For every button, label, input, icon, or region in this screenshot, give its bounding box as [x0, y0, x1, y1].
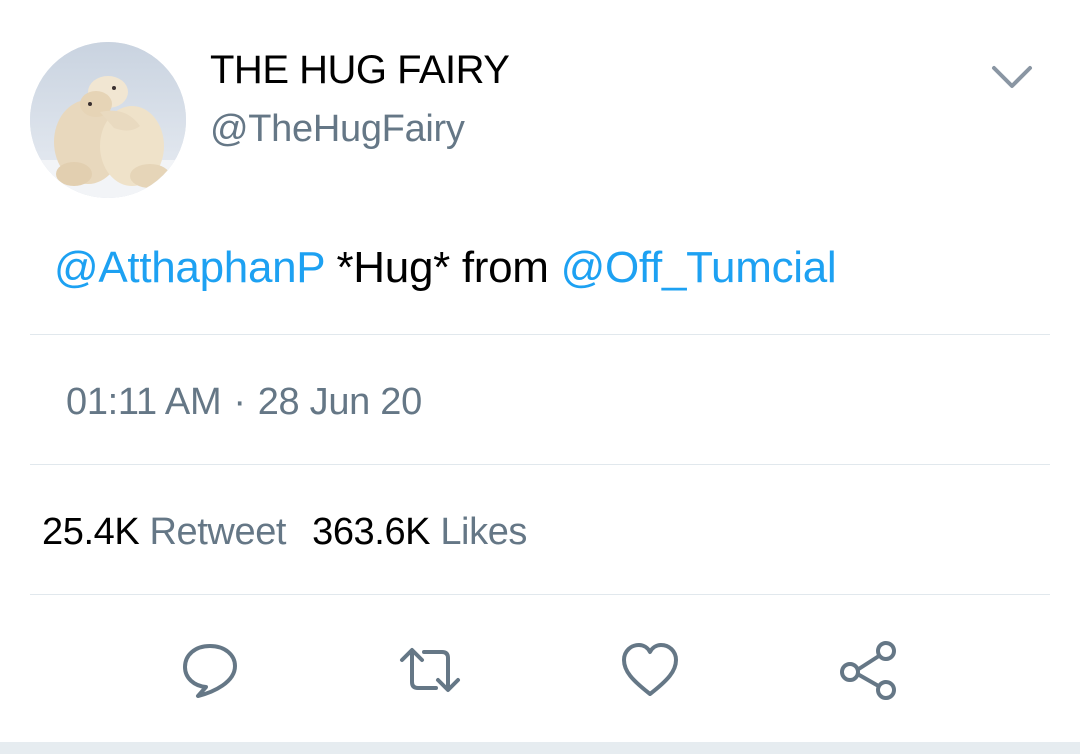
mention-link[interactable]: @Off_Tumcial	[561, 243, 837, 292]
tweet-text-segment: *Hug* from	[324, 243, 561, 292]
heart-icon	[622, 643, 678, 696]
mention-link[interactable]: @AtthaphanP	[54, 243, 325, 292]
tweet-menu-button[interactable]	[988, 56, 1036, 100]
chevron-down-icon	[992, 66, 1032, 88]
divider	[30, 464, 1050, 465]
retweet-arrows-icon	[400, 648, 460, 692]
retweet-count: 25.4K	[42, 511, 140, 553]
divider	[30, 334, 1050, 335]
bottom-separator	[0, 742, 1080, 754]
comment-bubble-icon	[183, 644, 237, 698]
share-button[interactable]	[832, 634, 904, 706]
like-label: Likes	[440, 511, 528, 553]
tweet-stats: 25.4K Retweet 363.6K Likes	[42, 508, 527, 556]
divider	[30, 594, 1050, 595]
tweet-timestamp[interactable]: 01:11 AM · 28 Jun 20	[66, 378, 422, 426]
tweet-text: @AtthaphanP *Hug* from @Off_Tumcial	[54, 240, 837, 296]
retweet-button[interactable]	[394, 634, 466, 706]
author-display-name[interactable]: THE HUG FAIRY	[210, 46, 510, 94]
reply-button[interactable]	[174, 634, 246, 706]
tweet-date: 28 Jun 20	[257, 381, 423, 423]
polar-bears-hugging-avatar	[30, 42, 186, 198]
tweet-card: THE HUG FAIRY @TheHugFairy @AtthaphanP *…	[0, 0, 1080, 754]
retweet-label: Retweet	[149, 511, 287, 553]
like-stat[interactable]: 363.6K Likes	[312, 511, 527, 553]
like-count: 363.6K	[312, 511, 431, 553]
like-button[interactable]	[614, 634, 686, 706]
meta-separator: ·	[233, 381, 246, 423]
author-avatar[interactable]	[30, 42, 186, 198]
author-handle[interactable]: @TheHugFairy	[210, 105, 465, 153]
share-nodes-icon	[840, 641, 896, 700]
tweet-time: 01:11 AM	[66, 381, 222, 423]
retweet-stat[interactable]: 25.4K Retweet	[42, 511, 312, 553]
